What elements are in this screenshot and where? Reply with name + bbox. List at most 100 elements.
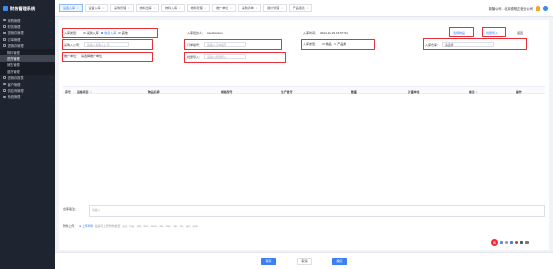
tab-label: 物料入库 xyxy=(165,6,178,10)
col-project[interactable]: 设备项目 ☆ xyxy=(77,90,92,94)
remark-label: 出库备注： xyxy=(63,207,79,211)
close-icon[interactable]: × xyxy=(230,7,232,10)
chevron-down-icon: ⌄ xyxy=(49,82,52,86)
close-icon[interactable]: × xyxy=(281,7,283,10)
menu-icon xyxy=(3,44,6,48)
col-qty: 数量 xyxy=(351,89,357,94)
cancel-button[interactable]: 取消 xyxy=(297,258,312,265)
menu-icon xyxy=(3,89,6,92)
tab-purchase[interactable]: 采购管理 × xyxy=(110,4,134,12)
microphone-icon[interactable] xyxy=(509,240,514,245)
tab-material-out[interactable]: 物料出库 × xyxy=(135,4,160,12)
chevron-down-icon: ⌄ xyxy=(49,88,52,92)
moon-icon[interactable] xyxy=(504,240,509,245)
app-logo: 财务管理系统 xyxy=(0,0,55,17)
sidebar-item-label: 进销存报表 xyxy=(7,76,24,81)
tab-label: 设备入库 xyxy=(88,6,101,10)
submit-button[interactable]: 确定 xyxy=(332,258,347,265)
tab-material-in[interactable]: 物料入库 × xyxy=(161,4,185,12)
close-icon[interactable]: × xyxy=(307,7,309,10)
top-right-area: 新疆公司 - 北京德唯正营业公司 xyxy=(489,5,553,11)
col-name: 物品名称 xyxy=(148,89,160,94)
tab-equipment-in-2[interactable]: 设备入库 × xyxy=(84,4,109,12)
attachment-tip: 最多可上传附件类型：jpg、png、pdf、doc、docx、xls、xlsx、… xyxy=(94,224,198,228)
menu-icon xyxy=(3,31,6,35)
tab-materials[interactable]: 物料管理 × xyxy=(186,4,211,12)
footer-actions: 保存 取消 确定 xyxy=(55,252,553,269)
remark-textarea[interactable]: 请输入 xyxy=(89,205,545,217)
highlight-box xyxy=(482,27,506,37)
app-title: 财务管理系统 xyxy=(10,5,36,11)
back-button[interactable]: 返回 xyxy=(517,31,523,35)
close-icon[interactable]: × xyxy=(77,7,79,10)
highlight-box xyxy=(449,27,474,37)
tab-quotes[interactable]: 报价管理 × xyxy=(263,4,287,12)
chevron-down-icon: ⌄ xyxy=(49,18,52,22)
handler-label: 入库经办人： xyxy=(187,31,206,35)
attachment-row: 附件上传： ⊕ 上传附件 最多可上传附件类型：jpg、png、pdf、doc、d… xyxy=(63,224,198,228)
close-icon[interactable]: × xyxy=(256,7,258,10)
highlight-box xyxy=(62,28,158,38)
tab-label: 产品报表 xyxy=(292,6,305,10)
sidebar-item-label: 进销存管理 xyxy=(7,44,24,49)
main-panel: 入库类型： 采购入库 收货入库 其他 入库经办人： zaoshanren 入库时… xyxy=(59,20,549,250)
sidebar-item-label: 客户管理 xyxy=(7,82,21,87)
logo-icon xyxy=(3,6,8,11)
col-remark[interactable]: 备注 ☆ xyxy=(469,90,478,94)
submenu-item-label: 退货管理 xyxy=(7,69,20,74)
col-batch: 生产批号 xyxy=(281,89,293,94)
bell-icon[interactable] xyxy=(536,5,540,11)
chinese-input-icon[interactable] xyxy=(499,240,504,245)
remark-row: 出库备注： 请输入 xyxy=(63,205,547,217)
handler-value: zaoshanren xyxy=(207,31,223,35)
sidebar-item-system[interactable]: 系统管理 ⌄ xyxy=(0,94,55,100)
sidebar-item-label: 系统管理 xyxy=(7,95,21,100)
close-icon[interactable]: × xyxy=(128,7,130,10)
avatar[interactable] xyxy=(543,5,548,11)
highlight-box xyxy=(301,39,375,50)
tab-equipment-in[interactable]: 设备入库 × xyxy=(59,4,83,12)
tab-label: 采购管理 xyxy=(114,6,127,10)
sidebar-menu: 采购管理 ⌄ 财务管理 ⌄ 进销存管理 ⌄ 订单管理 ⌄ 进销存管理 ⌃ 物料管理 进货管… xyxy=(0,17,55,100)
close-icon[interactable]: × xyxy=(205,7,207,10)
tab-product-report[interactable]: 产品报表 × xyxy=(288,4,313,12)
sidebar-item-label: 供应商管理 xyxy=(7,88,24,93)
tab-purchase-list[interactable]: 采购清单 × xyxy=(237,4,262,12)
close-icon[interactable]: × xyxy=(179,7,181,10)
menu-icon xyxy=(3,25,6,28)
highlight-box xyxy=(184,52,286,63)
chevron-down-icon: ⌄ xyxy=(49,37,52,41)
sidebar-submenu: 物料管理 进货管理 销售管理 退货管理 xyxy=(0,48,55,75)
col-actions: 操作 xyxy=(516,89,522,94)
top-bar: 设备入库 × 设备入库 × 采购管理 × 物料出库 × 物料入库 × 物料管理 × 推广单位… xyxy=(55,0,553,17)
sidebar-item-label: 进销存管理 xyxy=(7,31,24,36)
tab-label: 报价管理 xyxy=(267,6,280,10)
chevron-up-icon: ⌃ xyxy=(49,44,52,48)
grid-icon[interactable] xyxy=(524,240,529,245)
sort-icon: ☆ xyxy=(475,89,479,94)
sidebar-item-label: 采购管理 xyxy=(7,18,21,23)
upload-attachment-link[interactable]: ⊕ 上传附件 xyxy=(79,224,93,228)
tab-label: 推广单位 xyxy=(216,6,229,10)
company-name[interactable]: 新疆公司 - 北京德唯正营业公司 xyxy=(489,6,533,11)
sidebar-item-label: 财务管理 xyxy=(7,25,21,30)
save-button[interactable]: 保存 xyxy=(261,258,276,265)
close-icon[interactable]: × xyxy=(154,7,156,10)
tab-label: 物料出库 xyxy=(139,6,152,10)
close-icon[interactable]: × xyxy=(103,7,105,10)
sidebar-item-label: 订单管理 xyxy=(7,37,21,42)
floating-toolbar: S xyxy=(491,239,529,246)
attachment-label: 附件上传： xyxy=(63,224,77,228)
sidebar: 财务管理系统 采购管理 ⌄ 财务管理 ⌄ 进销存管理 ⌄ 订单管理 ⌄ 进销存管理 ⌃ 物… xyxy=(0,0,55,269)
menu-icon xyxy=(3,76,6,79)
s-logo-icon[interactable]: S xyxy=(491,239,498,246)
keyboard-icon[interactable] xyxy=(519,240,524,245)
tab-promo-unit[interactable]: 推广单位 × xyxy=(212,4,236,12)
chevron-down-icon: ⌄ xyxy=(49,31,52,35)
highlight-box xyxy=(62,39,153,50)
date-value: 2024-11-29 16:57:54 xyxy=(320,31,348,35)
emoji-icon[interactable] xyxy=(514,240,519,245)
submenu-item-label: 物料管理 xyxy=(7,50,20,55)
sort-icon: ☆ xyxy=(89,89,92,94)
menu-icon xyxy=(3,95,6,99)
